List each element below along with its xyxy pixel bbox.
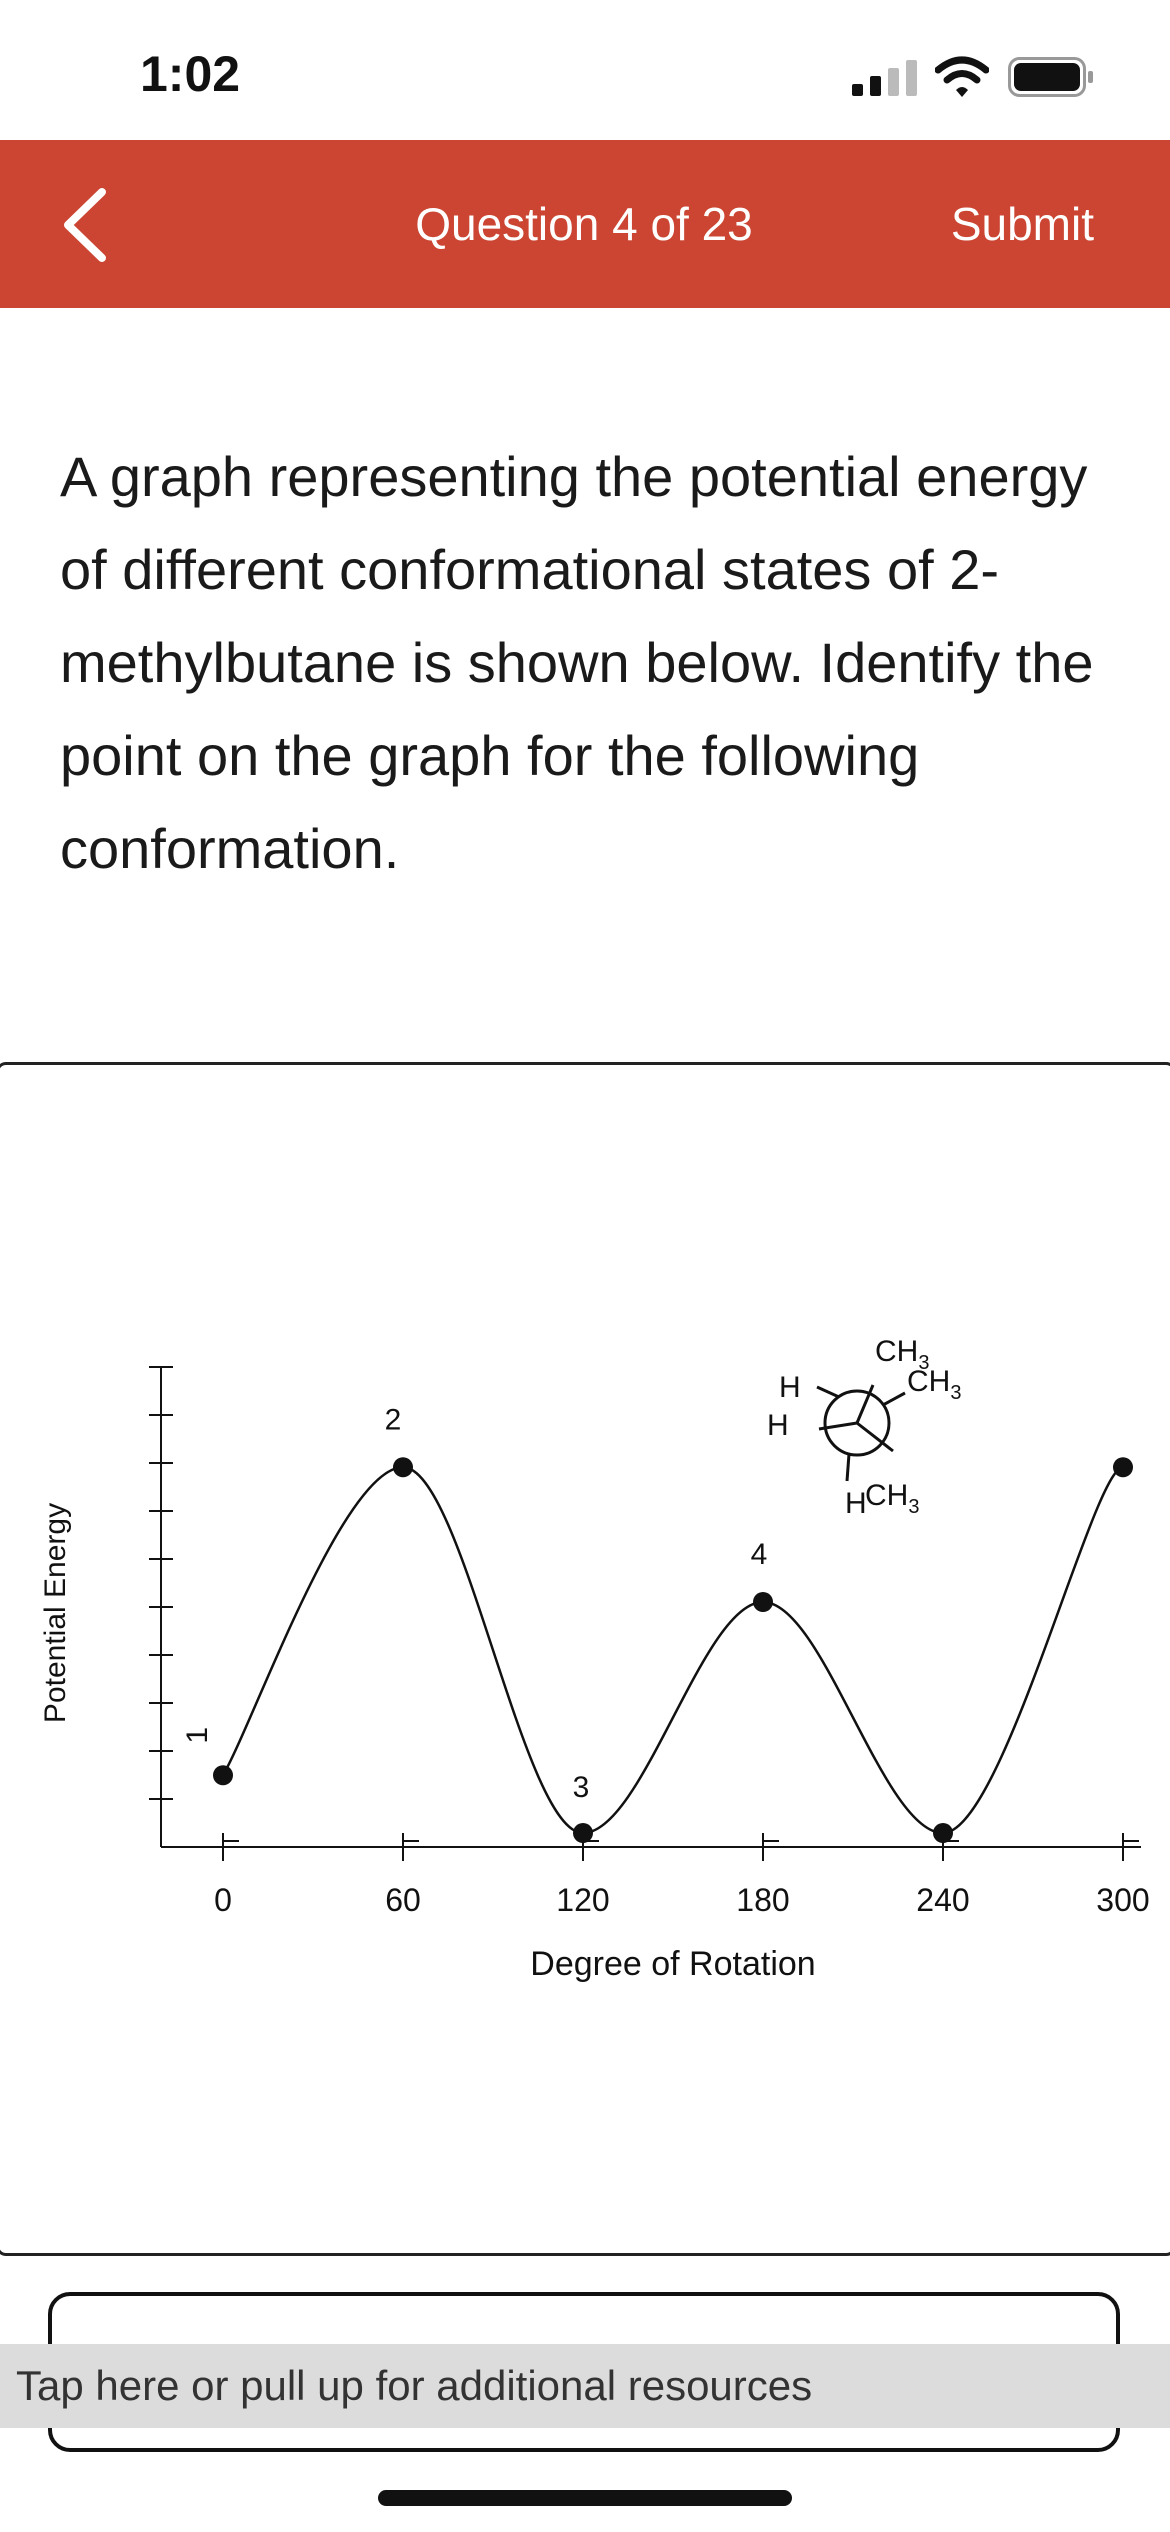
x-axis-label: Degree of Rotation	[530, 1945, 815, 1983]
newman-group-bottom-left: H	[845, 1487, 867, 1520]
battery-icon	[1008, 57, 1093, 97]
resources-label: Tap here or pull up for additional resou…	[16, 2362, 813, 2409]
newman-group-left: H	[767, 1409, 789, 1442]
status-bar: 1:02	[0, 0, 1170, 140]
data-point	[213, 1765, 233, 1786]
x-tick-label: 300	[1096, 1882, 1149, 1918]
x-tick-label: 180	[736, 1882, 789, 1918]
x-tick-label: 0	[214, 1882, 232, 1918]
point-label: 1	[181, 1727, 214, 1744]
point-label: 3	[573, 1771, 590, 1804]
newman-back-bond	[816, 1385, 840, 1399]
point-label: 4	[751, 1538, 768, 1571]
data-point	[573, 1823, 593, 1843]
newman-group-bottom-right: CH3	[865, 1479, 919, 1518]
energy-curve	[221, 1465, 1124, 1835]
x-tick-label: 120	[556, 1882, 609, 1918]
submit-button[interactable]: Submit	[951, 140, 1094, 308]
graph-card: 0 60 120 180 240 300 Degree of Rotation Potenti…	[0, 1062, 1170, 2256]
newman-group-upper-left: H	[779, 1371, 801, 1404]
x-tick-label: 240	[916, 1882, 969, 1918]
status-time: 1:02	[140, 46, 241, 102]
cellular-signal-icon	[852, 60, 917, 96]
home-indicator[interactable]	[378, 2490, 792, 2506]
question-text: A graph representing the potential energ…	[60, 445, 1094, 880]
header-bar: Question 4 of 23 Submit	[0, 140, 1170, 308]
data-point	[753, 1592, 773, 1612]
y-axis-label: Potential Energy	[39, 1503, 72, 1723]
point-label: 2	[385, 1403, 402, 1436]
data-point	[393, 1457, 413, 1478]
wifi-icon	[935, 56, 989, 97]
newman-back-bond	[882, 1391, 906, 1407]
newman-group-top-right: CH3	[907, 1365, 961, 1404]
potential-energy-chart: 0 60 120 180 240 300 Degree of Rotation Potenti…	[39, 1335, 1150, 1983]
back-chevron-icon[interactable]	[50, 180, 120, 270]
newman-back-bond	[845, 1453, 851, 1482]
data-point	[1113, 1457, 1133, 1478]
resources-bar[interactable]: Tap here or pull up for additional resou…	[0, 2344, 1170, 2428]
data-point	[933, 1823, 953, 1843]
x-tick-label: 60	[385, 1882, 421, 1918]
